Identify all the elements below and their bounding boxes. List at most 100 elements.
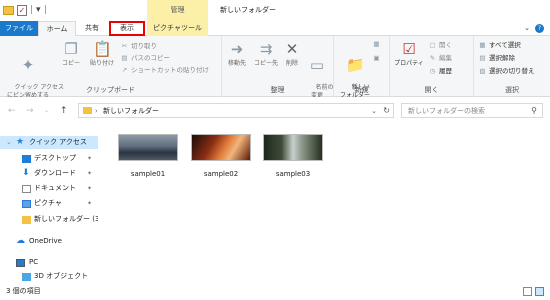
- new-item-button[interactable]: ▦: [372, 40, 383, 49]
- file-name: sample01: [130, 170, 166, 178]
- folder-icon: [3, 6, 14, 15]
- paste-label: 貼り付け: [89, 60, 114, 67]
- paste-icon: 📋: [93, 40, 112, 58]
- chevron-down-icon[interactable]: ⌄: [371, 105, 377, 117]
- nav-item-label: クイック アクセス: [29, 138, 87, 146]
- nav-item-downloads[interactable]: ⬇ ダウンロード ✦: [0, 167, 98, 180]
- nav-item-3d-objects[interactable]: 3D オブジェクト: [0, 270, 98, 283]
- nav-item-label: OneDrive: [29, 237, 62, 245]
- select-none-button[interactable]: ▤ 選択解除: [478, 54, 515, 63]
- invert-selection-label: 選択の切り替え: [489, 67, 535, 75]
- search-icon: ⚲: [531, 106, 537, 115]
- 3d-objects-icon: [22, 273, 31, 281]
- tab-picture-tools[interactable]: ピクチャツール: [147, 21, 208, 36]
- select-group: ▦ すべて選択 ▤ 選択解除 ▧ 選択の切り替え 選択: [474, 36, 550, 97]
- properties-label: プロパティ: [394, 60, 424, 67]
- nav-item-pictures[interactable]: ピクチャ ✦: [0, 197, 98, 210]
- search-input[interactable]: 新しいフォルダーの検索 ⚲: [401, 103, 543, 118]
- tab-home[interactable]: ホーム: [38, 21, 76, 37]
- chevron-right-icon[interactable]: ›: [95, 105, 98, 117]
- new-group: 📁 新しい フォルダー ▦ ▣ 新規: [334, 36, 390, 99]
- chevron-down-icon[interactable]: ⌄: [6, 136, 12, 149]
- select-all-button[interactable]: ▦ すべて選択: [478, 41, 520, 50]
- nav-item-quick-access[interactable]: ⌄ ★ クイック アクセス: [0, 136, 98, 149]
- group-label: クリップボード: [86, 86, 135, 94]
- copy-path-label: パスのコピー: [131, 54, 170, 62]
- nav-item-label: デスクトップ: [34, 154, 76, 162]
- move-to-button[interactable]: ➜ 移動先: [224, 40, 250, 68]
- breadcrumb[interactable]: 新しいフォルダー: [103, 105, 159, 117]
- properties-icon: ☑: [402, 40, 416, 58]
- item-count: 3 個の項目: [6, 287, 41, 295]
- cut-button[interactable]: ✂ 切り取り: [120, 42, 157, 51]
- forward-arrow-icon[interactable]: →: [26, 105, 34, 117]
- nav-item-onedrive[interactable]: ☁ OneDrive: [0, 235, 98, 248]
- large-icons-view-icon[interactable]: [535, 287, 544, 296]
- copy-to-button[interactable]: ⇉ コピー先: [252, 40, 280, 68]
- nav-item-label: 新しいフォルダー (3: [34, 215, 100, 223]
- desktop-icon: [22, 155, 31, 163]
- window-title: 新しいフォルダー: [220, 6, 276, 14]
- file-name: sample03: [275, 170, 311, 178]
- open-label: 開く: [439, 41, 452, 49]
- paste-shortcut-button[interactable]: ↗ ショートカットの貼り付け: [120, 66, 209, 75]
- select-all-icon: ▦: [479, 41, 486, 49]
- nav-item-pc[interactable]: PC: [0, 256, 98, 269]
- pin-icon[interactable]: ✦: [87, 167, 92, 180]
- back-arrow-icon[interactable]: ←: [8, 105, 16, 117]
- properties-button[interactable]: ☑ プロパティ: [392, 40, 426, 68]
- nav-item-new-folder[interactable]: 新しいフォルダー (3: [0, 213, 100, 226]
- copy-path-button[interactable]: ▤ パスのコピー: [120, 54, 170, 63]
- onedrive-icon: ☁: [16, 236, 25, 246]
- separator: |: [30, 5, 34, 15]
- copy-button[interactable]: ❐ コピー: [58, 40, 84, 68]
- file-item[interactable]: sample02: [191, 130, 251, 178]
- edit-button[interactable]: ✎ 編集: [428, 54, 452, 63]
- refresh-icon[interactable]: ↻: [383, 105, 390, 117]
- nav-item-desktop[interactable]: デスクトップ ✦: [0, 152, 98, 165]
- image-thumbnail: [263, 134, 323, 161]
- open-group: ☑ プロパティ ▢ 開く ✎ 編集 ◷ 履歴 開く: [390, 36, 474, 97]
- easy-access-button[interactable]: ▣: [372, 54, 383, 63]
- help-icon[interactable]: ?: [535, 24, 544, 33]
- scissors-icon: ✂: [121, 42, 128, 50]
- file-list: sample01 sample02 sample03: [98, 125, 550, 283]
- rename-icon: ▭: [309, 56, 325, 74]
- copy-icon: ❐: [64, 40, 78, 58]
- open-button[interactable]: ▢ 開く: [428, 41, 452, 50]
- recent-locations-icon[interactable]: ⌄: [44, 105, 49, 117]
- pin-icon: ✦: [21, 56, 35, 74]
- collapse-ribbon-icon[interactable]: ⌄: [524, 24, 530, 32]
- properties-quick-icon[interactable]: ✓: [17, 5, 27, 16]
- pin-icon[interactable]: ✦: [87, 152, 92, 165]
- easy-access-icon: ▣: [373, 54, 380, 62]
- history-icon: ◷: [429, 67, 436, 75]
- nav-item-documents[interactable]: ドキュメント ✦: [0, 182, 98, 195]
- image-thumbnail: [118, 134, 178, 161]
- group-label: 新規: [354, 86, 369, 94]
- view-toggle: [520, 287, 544, 298]
- file-item[interactable]: sample03: [263, 130, 323, 178]
- pin-icon[interactable]: ✦: [87, 197, 92, 210]
- up-arrow-icon[interactable]: ↑: [60, 105, 68, 117]
- group-label: 選択: [505, 86, 519, 94]
- file-item[interactable]: sample01: [118, 130, 178, 178]
- history-label: 履歴: [439, 67, 452, 75]
- organize-group: ➜ 移動先 ⇉ コピー先 ✕ 削除 ▭ 名前の 変更 整理: [222, 36, 334, 99]
- paste-button[interactable]: 📋 貼り付け: [86, 40, 118, 68]
- delete-button[interactable]: ✕ 削除: [280, 40, 304, 68]
- tab-share[interactable]: 共有: [78, 21, 106, 36]
- group-label: 開く: [424, 86, 439, 94]
- pin-icon[interactable]: ✦: [87, 182, 92, 195]
- invert-selection-button[interactable]: ▧ 選択の切り替え: [478, 67, 535, 76]
- tab-view[interactable]: 表示: [109, 21, 145, 36]
- move-to-label: 移動先: [227, 60, 246, 67]
- tab-file[interactable]: ファイル: [0, 21, 38, 36]
- select-none-icon: ▤: [479, 54, 486, 62]
- address-bar[interactable]: › 新しいフォルダー ⌄ ↻: [78, 103, 394, 118]
- details-view-icon[interactable]: [523, 287, 532, 296]
- quick-access-toolbar-dropdown-icon[interactable]: ▾: [36, 4, 41, 16]
- history-button[interactable]: ◷ 履歴: [428, 67, 452, 76]
- search-placeholder: 新しいフォルダーの検索: [408, 107, 485, 115]
- copy-path-icon: ▤: [121, 54, 128, 62]
